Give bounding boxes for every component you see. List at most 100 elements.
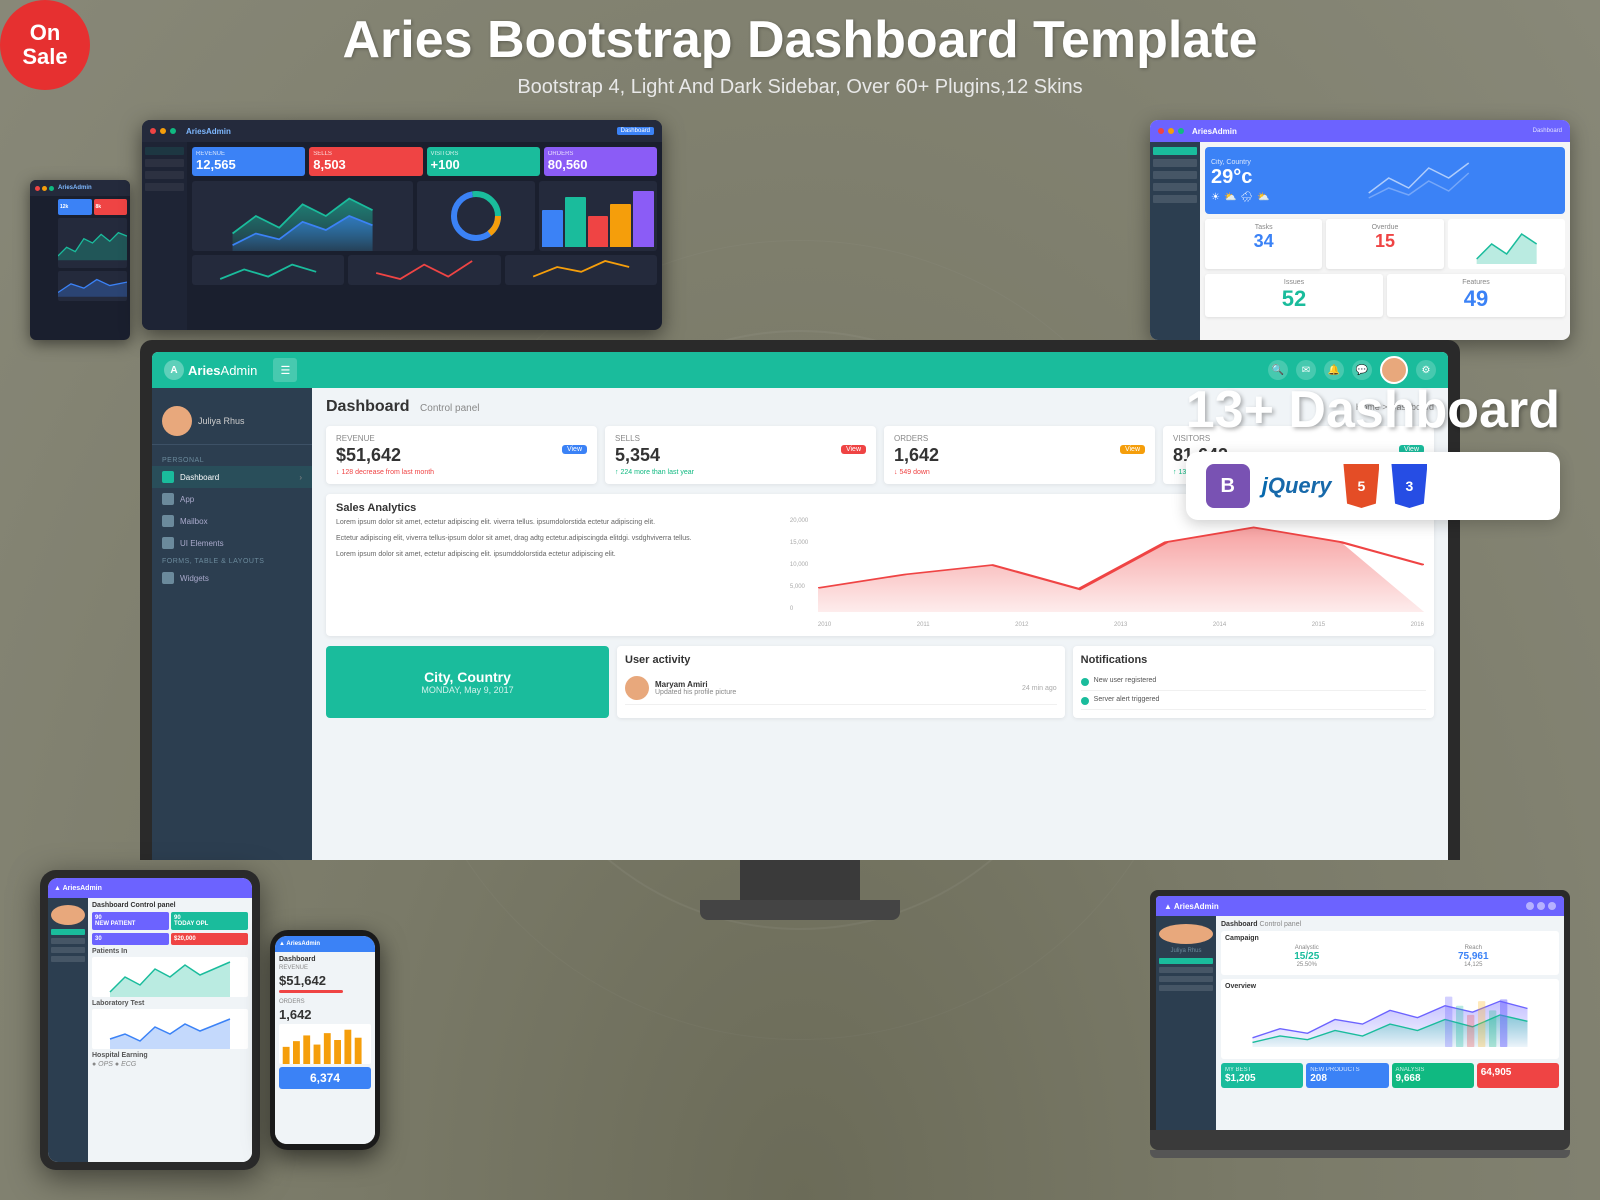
sidebar-username: Juliya Rhus: [198, 416, 245, 426]
analytics-text-3: Lorem ipsum dolor sit amet, ectetur adip…: [336, 550, 780, 560]
laptop-topbar: ▲ AriesAdmin: [1156, 896, 1564, 916]
sidebar-section-personal: PERSONAL: [152, 453, 312, 466]
mail-icon[interactable]: ✉: [1296, 360, 1316, 380]
tablet-stat-2: 90TODAY OPL: [171, 912, 248, 930]
tablet-sidebar: [48, 898, 88, 1162]
tablet-stats-row: 90NEW PATIENT 90TODAY OPL: [92, 912, 248, 930]
phone-revenue-label: REVENUE: [279, 965, 371, 971]
activity-info: Maryam Amiri Updated his profile picture: [655, 680, 1016, 696]
top-center-screenshot: AriesAdmin Dashboard REVENUE 12,565 SELL…: [142, 120, 662, 330]
bottom-row: City, Country MONDAY, May 9, 2017 User a…: [326, 646, 1434, 718]
logo-text: AriesAdmin: [188, 363, 257, 378]
sells-change: ↑ 224 more than last year: [615, 469, 866, 476]
sidebar-item-widgets[interactable]: Widgets: [152, 567, 312, 589]
tablet-screen: ▲ AriesAdmin Dashboard Control panel 90N…: [48, 878, 252, 1162]
search-icon[interactable]: 🔍: [1268, 360, 1288, 380]
on-sale-badge: On Sale: [0, 0, 90, 90]
notif-item-2: Server alert triggered: [1081, 691, 1426, 710]
html5-badge: 5: [1343, 464, 1379, 508]
stat-orders: ORDERS View 1,642 ↓ 549 down: [884, 426, 1155, 484]
menu-toggle[interactable]: ☰: [273, 358, 297, 382]
earning-label: Hospital Earning: [92, 1052, 248, 1059]
widgets-icon: [162, 572, 174, 584]
laptop-page-title: Dashboard Control panel: [1221, 921, 1559, 928]
page-subtitle: Control panel: [420, 403, 479, 414]
tablet-chart-2: [92, 1009, 248, 1049]
analytics-text-2: Ectetur adipiscing elit, viverra tellus-…: [336, 534, 780, 544]
sidebar-section-forms: FORMS, TABLE & LAYOUTS: [152, 554, 312, 567]
jquery-badge: jQuery: [1262, 473, 1332, 499]
laptop-bottom-bar: [1150, 1150, 1570, 1158]
revenue-label: REVENUE: [336, 434, 587, 443]
tablet-stat-4: $20,000: [171, 933, 248, 945]
sub-title: Bootstrap 4, Light And Dark Sidebar, Ove…: [0, 76, 1600, 99]
stat-sells: SELLS View 5,354 ↑ 224 more than last ye…: [605, 426, 876, 484]
activity-description: Updated his profile picture: [655, 689, 1016, 696]
tablet-stat-3: 30: [92, 933, 169, 945]
activity-title: User activity: [625, 654, 1057, 666]
activity-user-name: Maryam Amiri: [655, 680, 1016, 689]
notif-item-1: New user registered: [1081, 672, 1426, 691]
settings-icon[interactable]: ⚙: [1416, 360, 1436, 380]
phone-logo: ▲ AriesAdmin: [279, 941, 320, 947]
laptop-screen-frame: ▲ AriesAdmin Juliya Rhus: [1150, 890, 1570, 1130]
laptop-logo: ▲ AriesAdmin: [1164, 902, 1219, 911]
phone-orders-label: ORDERS: [279, 999, 371, 1005]
orders-badge[interactable]: View: [1120, 445, 1145, 454]
sells-value: 5,354: [615, 445, 866, 466]
overview-label: Overview: [1225, 983, 1555, 990]
notifications-card: Notifications New user registered Server…: [1073, 646, 1434, 718]
top-screenshots-left: AriesAdmin 12k 8k: [30, 120, 662, 340]
top-right-screenshot: AriesAdmin Dashboard City, Country 29°c …: [1150, 120, 1570, 340]
earning-row: ● OPS ● ECG: [92, 1061, 248, 1068]
sidebar-item-ui[interactable]: UI Elements: [152, 532, 312, 554]
laptop-sidebar: Juliya Rhus: [1156, 916, 1216, 1130]
campaign-label: Campaign: [1225, 935, 1555, 942]
revenue-badge[interactable]: View: [562, 445, 587, 454]
admin-sidebar: Juliya Rhus PERSONAL Dashboard › App: [152, 388, 312, 860]
tech-badges: B jQuery 5 3: [1186, 452, 1560, 520]
phone-bottom-number: 6,374: [279, 1067, 371, 1089]
laptop-device: ▲ AriesAdmin Juliya Rhus: [1150, 890, 1570, 1170]
orders-value: 1,642: [894, 445, 1145, 466]
dashboard-icon: [162, 471, 174, 483]
activity-avatar: [625, 676, 649, 700]
revenue-value: $51,642: [336, 445, 587, 466]
small-screenshot-1: AriesAdmin 12k 8k: [30, 180, 130, 340]
sells-label: SELLS: [615, 434, 866, 443]
phone-revenue-bar: [279, 990, 343, 993]
laptop-stat-2: NEW PRODUCTS 208: [1306, 1063, 1388, 1088]
tablet-dash-title: Dashboard Control panel: [92, 902, 248, 909]
phone-dash-title: Dashboard: [279, 956, 371, 963]
city-name: City, Country: [424, 669, 511, 685]
page-title-area: Dashboard Control panel: [326, 398, 480, 416]
tablet-logo: ▲ AriesAdmin: [54, 885, 102, 892]
sidebar-item-app[interactable]: App: [152, 488, 312, 510]
sidebar-item-dashboard[interactable]: Dashboard ›: [152, 466, 312, 488]
activity-item: Maryam Amiri Updated his profile picture…: [625, 672, 1057, 705]
chat-icon[interactable]: 💬: [1352, 360, 1372, 380]
sidebar-avatar: [162, 406, 192, 436]
laptop-body: Juliya Rhus Dashboard Control panel Camp…: [1156, 916, 1564, 1130]
logo-area: A AriesAdmin: [164, 360, 257, 380]
sidebar-item-mailbox[interactable]: Mailbox: [152, 510, 312, 532]
laptop-content: Dashboard Control panel Campaign Analyst…: [1216, 916, 1564, 1130]
stat-revenue: REVENUE View $51,642 ↓ 128 decrease from…: [326, 426, 597, 484]
phone-screen: ▲ AriesAdmin Dashboard REVENUE $51,642 O…: [275, 936, 375, 1144]
laptop-overview-chart: Overview: [1221, 979, 1559, 1059]
notif-dot-1: [1081, 678, 1089, 686]
activity-card: User activity Maryam Amiri Updated his p…: [617, 646, 1065, 718]
right-info: 13+ Dashboard B jQuery 5 3: [1186, 380, 1560, 520]
revenue-change: ↓ 128 decrease from last month: [336, 469, 587, 476]
city-card: City, Country MONDAY, May 9, 2017: [326, 646, 609, 718]
tablet-stats-row-2: 30 $20,000: [92, 933, 248, 945]
tablet-device: ▲ AriesAdmin Dashboard Control panel 90N…: [40, 870, 260, 1170]
tablet-content: Dashboard Control panel 90NEW PATIENT 90…: [88, 898, 252, 1162]
orders-label: ORDERS: [894, 434, 1145, 443]
bell-icon[interactable]: 🔔: [1324, 360, 1344, 380]
tablet-body: Dashboard Control panel 90NEW PATIENT 90…: [48, 898, 252, 1162]
tablet-stat-1: 90NEW PATIENT: [92, 912, 169, 930]
main-title: Aries Bootstrap Dashboard Template: [0, 10, 1600, 70]
sells-badge[interactable]: View: [841, 445, 866, 454]
phone-body: Dashboard REVENUE $51,642 ORDERS 1,642 6…: [275, 952, 375, 1144]
